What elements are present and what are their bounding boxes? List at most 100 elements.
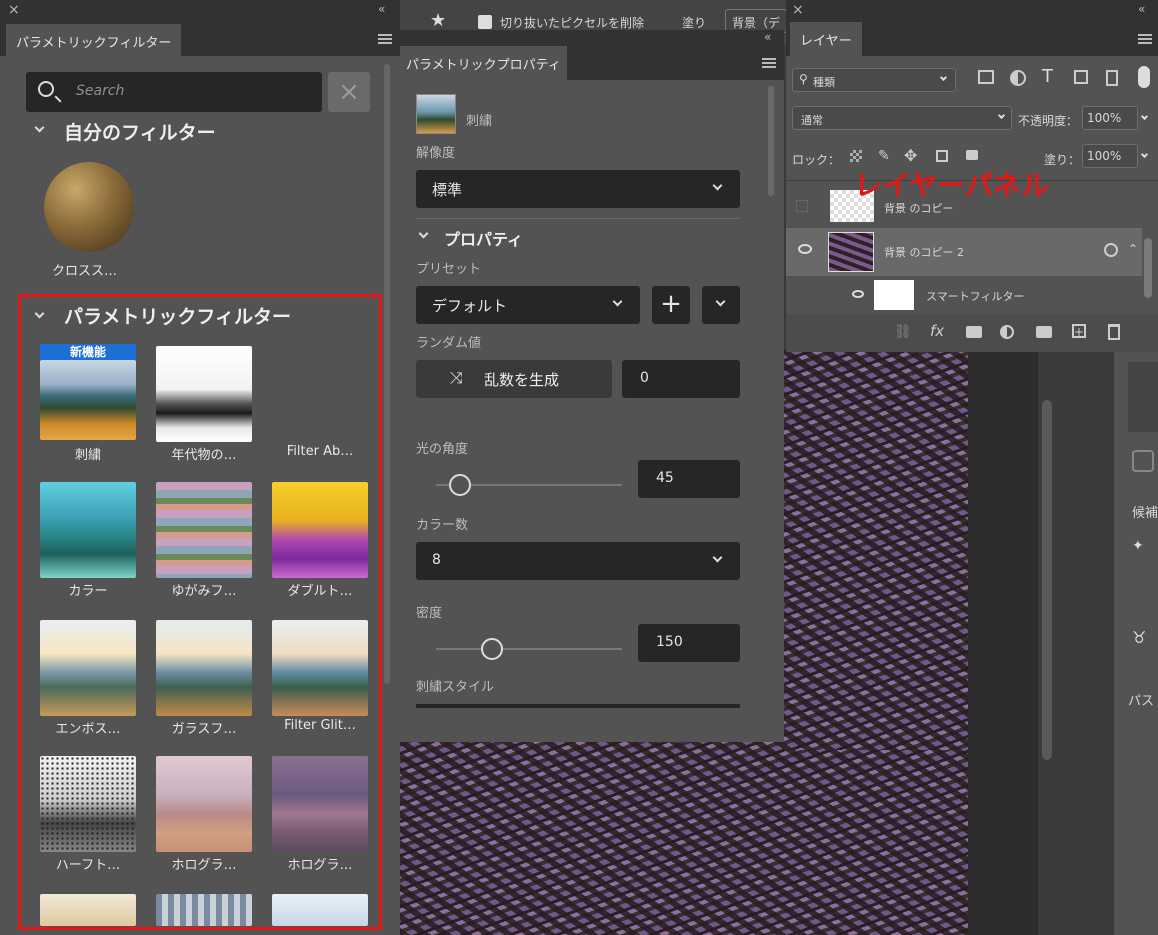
- style-select-edge[interactable]: [416, 704, 740, 708]
- close-icon[interactable]: ×: [8, 2, 20, 18]
- filter-thumb-hologram-1[interactable]: [156, 756, 252, 852]
- layer-row-selected[interactable]: 背景 のコピー 2 ⌃: [786, 228, 1142, 276]
- filter-label-2: Filter Ab…: [286, 444, 354, 459]
- filter-thumb-vintage[interactable]: [156, 346, 252, 442]
- fx-icon[interactable]: fx: [930, 322, 944, 340]
- folder-icon[interactable]: [1036, 326, 1052, 338]
- density-slider[interactable]: [436, 638, 622, 660]
- filter-label-8: Filter Glit…: [284, 718, 356, 733]
- collapse-icon[interactable]: «: [764, 30, 771, 44]
- density-field[interactable]: 150: [638, 624, 740, 662]
- mask-icon[interactable]: [966, 326, 982, 338]
- preset-select[interactable]: デフォルト: [416, 286, 640, 324]
- light-angle-field[interactable]: 45: [638, 460, 740, 498]
- properties-header: プロパティ: [444, 230, 524, 249]
- generate-random-button[interactable]: ⤨ 乱数を生成: [416, 360, 612, 398]
- chevron-down-icon: [612, 296, 623, 307]
- delete-cropped-label: 切り抜いたピクセルを削除: [500, 16, 645, 30]
- blend-mode-select[interactable]: 通常: [792, 106, 1012, 130]
- smart-object-filter-icon[interactable]: [1106, 70, 1118, 86]
- lock-all-icon[interactable]: [966, 150, 978, 160]
- chevron-down-icon: [712, 180, 723, 191]
- random-value: 0: [640, 370, 649, 386]
- chevron-down-icon[interactable]: [34, 122, 45, 133]
- chevron-down-icon[interactable]: [418, 228, 429, 239]
- tab-candidates[interactable]: 候補: [1132, 502, 1158, 521]
- add-preset-button[interactable]: +: [652, 286, 690, 324]
- filters-scrollbar[interactable]: [384, 64, 390, 684]
- new-layer-icon[interactable]: +: [1072, 324, 1086, 338]
- filter-thumb-glitch[interactable]: [272, 620, 368, 716]
- filter-thumb-duotone[interactable]: [272, 482, 368, 578]
- lock-position-icon[interactable]: ✥: [904, 146, 917, 165]
- expand-chevron-icon[interactable]: ⌃: [1128, 242, 1138, 256]
- layer-kind-filter[interactable]: ⚲ 種類: [792, 68, 956, 92]
- collapse-icon[interactable]: «: [1138, 2, 1145, 16]
- link-icon[interactable]: ⛓: [894, 324, 912, 340]
- ribbon-icon[interactable]: ♉: [1132, 628, 1146, 647]
- filter-thumb-embroidery[interactable]: [40, 360, 136, 440]
- lock-artboard-icon[interactable]: [936, 150, 948, 162]
- tab-paths[interactable]: パス: [1128, 690, 1154, 709]
- filter-thumb-emboss[interactable]: [40, 620, 136, 716]
- density-slider-knob[interactable]: [480, 638, 503, 660]
- filter-toggle-icon[interactable]: [1138, 66, 1150, 88]
- shape-filter-icon[interactable]: [1074, 70, 1088, 84]
- fill-field[interactable]: 100%: [1082, 144, 1138, 168]
- smart-filter-row[interactable]: スマートフィルター: [786, 278, 1142, 314]
- opacity-value: 100%: [1087, 111, 1122, 125]
- my-filter-thumbnail[interactable]: [44, 162, 134, 252]
- panel-menu-icon[interactable]: [378, 34, 392, 44]
- lock-brush-icon[interactable]: ✎: [878, 148, 890, 164]
- tab-parametric-filters[interactable]: パラメトリックフィルター: [6, 24, 182, 56]
- visibility-toggle-empty[interactable]: [796, 200, 808, 212]
- preset-menu-button[interactable]: [702, 286, 740, 324]
- filter-thumb-next-1[interactable]: [40, 894, 136, 926]
- sparkle-icon[interactable]: ✦: [1132, 538, 1144, 554]
- filter-thumb-distort[interactable]: [156, 482, 252, 578]
- adjustment-icon[interactable]: [1000, 325, 1014, 339]
- light-angle-slider[interactable]: [436, 474, 622, 496]
- filter-thumb-next-3[interactable]: [272, 894, 368, 926]
- collapse-icon[interactable]: «: [378, 2, 385, 16]
- opacity-label: 不透明度：: [1018, 114, 1079, 128]
- filter-label-11: ホログラ…: [287, 858, 353, 873]
- resolution-select[interactable]: 標準: [416, 170, 740, 208]
- smart-filter-mask: [874, 280, 914, 310]
- search-field[interactable]: Search: [26, 72, 322, 112]
- fill-dropdown-icon[interactable]: [1140, 150, 1149, 159]
- clear-search-button[interactable]: ×: [328, 72, 370, 112]
- adjustment-filter-icon[interactable]: [1010, 70, 1026, 86]
- filter-thumb-hologram-2[interactable]: [272, 756, 368, 852]
- trash-icon[interactable]: [1108, 324, 1120, 340]
- eye-icon[interactable]: [852, 290, 864, 298]
- filter-thumb-halftone[interactable]: [40, 756, 136, 852]
- chevron-down-icon: [997, 111, 1006, 120]
- tab-layers[interactable]: レイヤー: [790, 22, 862, 56]
- canvas-image[interactable]: [400, 742, 1020, 935]
- filter-thumb-color[interactable]: [40, 482, 136, 578]
- panel-menu-icon[interactable]: [762, 58, 776, 68]
- filter-thumb-glass[interactable]: [156, 620, 252, 716]
- eye-icon[interactable]: [798, 244, 812, 254]
- image-filter-icon[interactable]: [978, 70, 994, 84]
- layer-panel-annotation: レイヤーパネル: [854, 169, 1049, 202]
- type-filter-icon[interactable]: T: [1042, 66, 1053, 87]
- layers-scrollbar[interactable]: [1144, 238, 1152, 298]
- tab-parametric-properties[interactable]: パラメトリックプロパティ: [400, 46, 567, 80]
- canvas-scrollbar[interactable]: [1042, 400, 1052, 760]
- opacity-dropdown-icon[interactable]: [1140, 112, 1149, 121]
- light-angle-slider-knob[interactable]: [449, 474, 472, 496]
- lock-transparency-icon[interactable]: [850, 150, 862, 162]
- color-count-select[interactable]: 8: [416, 542, 740, 580]
- filter-thumb-next-2[interactable]: [156, 894, 252, 926]
- opacity-field[interactable]: 100%: [1082, 106, 1138, 130]
- star-icon[interactable]: ★: [430, 10, 446, 31]
- panel-menu-icon[interactable]: [1138, 34, 1152, 44]
- properties-scrollbar[interactable]: [768, 86, 774, 196]
- random-value-field[interactable]: 0: [622, 360, 740, 398]
- delete-cropped-checkbox[interactable]: [478, 15, 492, 29]
- new-badge: 新機能: [40, 344, 136, 360]
- zoom-icon[interactable]: [1132, 450, 1154, 472]
- close-icon[interactable]: ×: [792, 2, 804, 18]
